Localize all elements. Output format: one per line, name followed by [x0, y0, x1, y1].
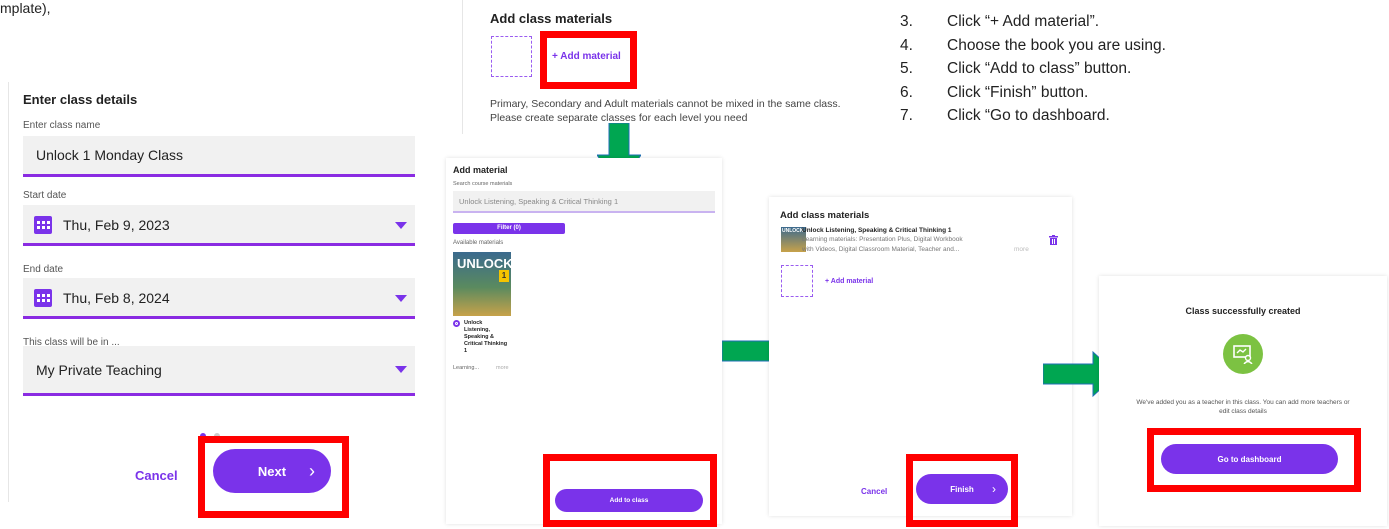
learning-text: Learning...	[453, 365, 479, 371]
success-message-line2: edit class details	[1219, 408, 1267, 415]
cancel-button[interactable]: Cancel	[135, 468, 178, 483]
step-item: 4. Choose the book you are using.	[900, 36, 1166, 54]
panel-title: Enter class details	[23, 92, 138, 107]
instruction-steps: 3. Click “+ Add material”. 4. Choose the b…	[900, 10, 1166, 128]
step-item: 7. Click “Go to dashboard.	[900, 107, 1110, 124]
filter-button[interactable]: Filter (0)	[453, 223, 565, 234]
teacher-screen-icon	[1233, 345, 1253, 364]
highlight-next	[198, 436, 349, 518]
thumb-title: UNLOCK	[782, 228, 804, 234]
step-item: 5. Click “Add to class” button.	[900, 60, 1132, 77]
end-date-field[interactable]: Thu, Feb 8, 2024	[23, 278, 415, 319]
more-link[interactable]: more	[1014, 246, 1029, 253]
success-badge	[1223, 334, 1263, 374]
highlight-add-material	[540, 31, 637, 89]
trash-icon[interactable]	[1049, 235, 1058, 245]
panel-title: Add material	[453, 165, 508, 175]
location-value: My Private Teaching	[36, 362, 162, 378]
class-name-field[interactable]: Unlock 1 Monday Class	[23, 136, 415, 177]
dropdown-caret-icon[interactable]	[395, 295, 407, 302]
panel-title: Add class materials	[780, 210, 870, 221]
start-date-field[interactable]: Thu, Feb 9, 2023	[23, 205, 415, 246]
location-select[interactable]: My Private Teaching	[23, 346, 415, 396]
start-date-label: Start date	[23, 190, 67, 201]
radio-selected[interactable]	[453, 320, 460, 327]
search-value: Unlock Listening, Speaking & Critical Th…	[459, 197, 619, 206]
highlight-go-to-dashboard	[1147, 428, 1361, 492]
material-placeholder	[491, 36, 532, 77]
step-item: 6. Click “Finish” button.	[900, 83, 1089, 101]
add-class-materials-panel: Add class materials + Add material Prima…	[462, 0, 863, 134]
more-link[interactable]: more	[496, 365, 509, 371]
material-placeholder	[781, 265, 813, 297]
book-title: Unlock Listening, Speaking & Critical Th…	[464, 320, 508, 354]
calendar-icon	[34, 216, 52, 234]
cover-title: UNLOCK	[457, 256, 511, 271]
panel-title: Class successfully created	[1185, 306, 1301, 316]
dropdown-caret-icon[interactable]	[395, 222, 407, 229]
book-desc-line2: with Videos, Digital Classroom Material,…	[802, 246, 960, 253]
cancel-button[interactable]: Cancel	[861, 487, 887, 496]
available-label: Available materials	[453, 240, 504, 246]
class-name-label: Enter class name	[23, 120, 101, 131]
start-date-value: Thu, Feb 9, 2023	[63, 217, 170, 233]
highlight-finish	[906, 454, 1018, 527]
end-date-label: End date	[23, 264, 64, 275]
success-message-line1: We've added you as a teacher in this cla…	[1136, 399, 1350, 406]
cover-badge: 1	[499, 270, 509, 282]
partial-top-text: mplate),	[0, 0, 51, 16]
highlight-add-to-class	[543, 454, 717, 527]
search-label: Search course materials	[453, 181, 513, 187]
class-name-value: Unlock 1 Monday Class	[36, 147, 184, 163]
calendar-icon	[34, 289, 52, 307]
dropdown-caret-icon[interactable]	[395, 366, 407, 373]
book-title: Unlock Listening, Speaking & Critical Th…	[802, 227, 952, 234]
book-desc-line1: Learning materials: Presentation Plus, D…	[802, 236, 963, 243]
materials-note-line1: Primary, Secondary and Adult materials c…	[490, 98, 841, 110]
end-date-value: Thu, Feb 8, 2024	[63, 290, 170, 306]
book-cover[interactable]: UNLOCK 1	[453, 252, 511, 316]
step-item: 3. Click “+ Add material”.	[900, 13, 1100, 30]
search-input[interactable]: Unlock Listening, Speaking & Critical Th…	[453, 191, 715, 213]
add-material-link[interactable]: + Add material	[825, 278, 873, 285]
panel-title: Add class materials	[490, 11, 613, 26]
